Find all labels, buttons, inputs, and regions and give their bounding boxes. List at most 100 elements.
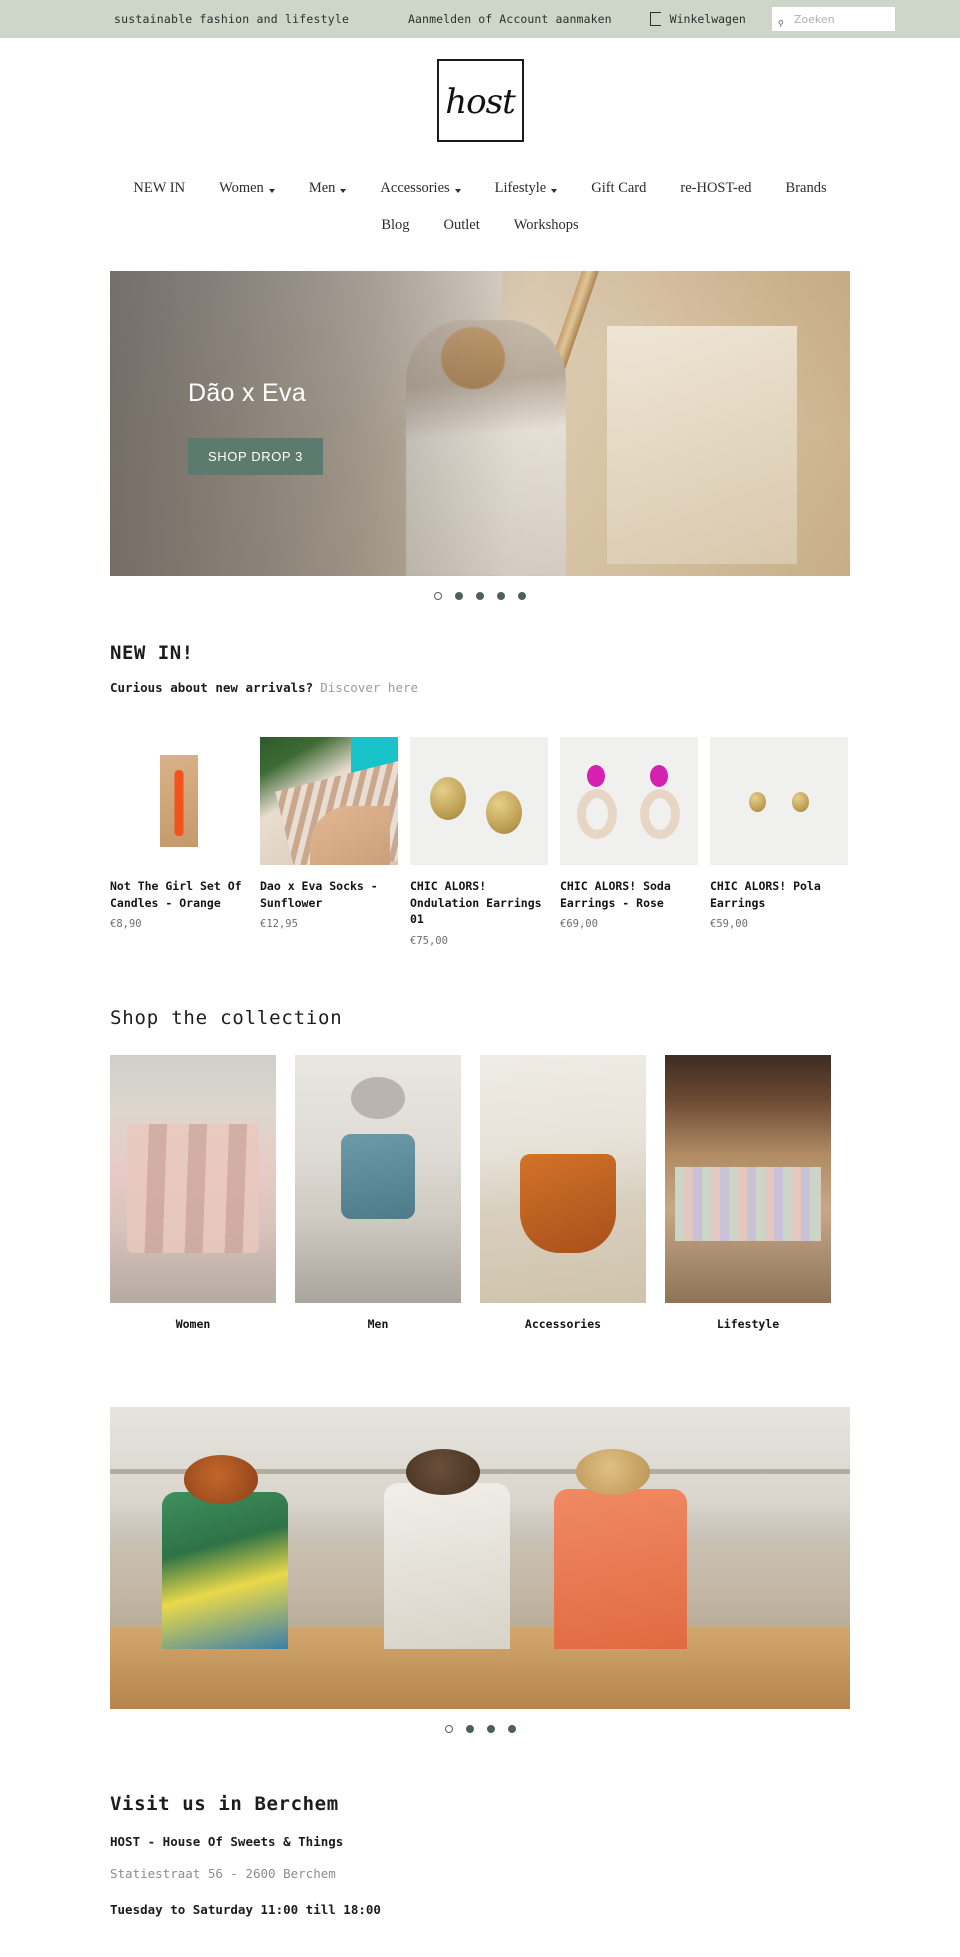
chevron-down-icon <box>268 188 275 193</box>
sign-in-link[interactable]: Aanmelden <box>408 12 471 26</box>
chevron-down-icon <box>551 188 558 193</box>
search-icon: ⚲ <box>777 19 784 28</box>
collection-image-men <box>295 1055 461 1304</box>
secondary-slider[interactable] <box>110 1407 850 1710</box>
product-title[interactable]: CHIC ALORS! Soda Earrings - Rose <box>560 878 698 911</box>
secondary-slider-dot-4[interactable] <box>507 1725 516 1734</box>
person-center-detail <box>383 1482 510 1649</box>
nav-item-outlet[interactable]: Outlet <box>427 212 497 239</box>
shop-collection-section: Shop the collection Women Men Accessorie… <box>110 1007 850 1331</box>
secondary-slider-dot-2[interactable] <box>465 1725 474 1734</box>
slider-dot-5[interactable] <box>518 592 526 600</box>
collection-image-accessories <box>480 1055 646 1304</box>
collection-card-lifestyle[interactable]: Lifestyle <box>665 1055 831 1331</box>
hero-slider-dots[interactable] <box>110 592 850 600</box>
product-title[interactable]: CHIC ALORS! Ondulation Earrings 01 <box>410 878 548 928</box>
nav-item-new-in[interactable]: NEW IN <box>116 175 202 202</box>
logo-wordmark: host <box>445 82 515 123</box>
collection-heading: Shop the collection <box>110 1007 343 1030</box>
product-grid: Not The Girl Set Of Candles - Orange €8,… <box>110 737 850 947</box>
socks-photo-art <box>260 737 398 865</box>
collection-label: Lifestyle <box>716 1317 780 1332</box>
nav-item-brands[interactable]: Brands <box>769 175 844 202</box>
main-navigation: NEW IN Women Men Accessories Lifestyle G… <box>0 170 960 244</box>
product-image[interactable] <box>260 737 398 865</box>
slider-dot-1[interactable] <box>434 592 442 600</box>
cart-link[interactable]: Winkelwagen <box>649 12 746 26</box>
product-image[interactable] <box>560 737 698 865</box>
nav-label: Lifestyle <box>494 180 547 196</box>
nav-label: Outlet <box>443 217 480 233</box>
create-account-link[interactable]: Account aanmaken <box>499 12 611 26</box>
nav-item-blog[interactable]: Blog <box>364 212 426 239</box>
nav-label: Women <box>219 180 264 196</box>
product-title[interactable]: CHIC ALORS! Pola Earrings <box>710 878 848 911</box>
slider-dot-3[interactable] <box>476 592 484 600</box>
person-left-detail <box>161 1491 288 1649</box>
product-price: €75,00 <box>410 935 448 948</box>
nav-item-gift-card[interactable]: Gift Card <box>574 175 663 202</box>
nav-label: Blog <box>381 217 410 233</box>
search-box[interactable]: ⚲ <box>771 7 895 31</box>
collection-image-lifestyle <box>665 1055 831 1304</box>
nav-item-lifestyle[interactable]: Lifestyle <box>478 175 575 202</box>
collection-image-women <box>110 1055 276 1304</box>
product-price: €59,00 <box>710 918 748 931</box>
product-title[interactable]: Dao x Eva Socks - Sunflower <box>260 878 398 911</box>
product-price: €69,00 <box>560 918 598 931</box>
product-image[interactable] <box>710 737 848 865</box>
nav-item-women[interactable]: Women <box>202 175 292 202</box>
collection-label: Accessories <box>524 1317 602 1332</box>
product-card[interactable]: CHIC ALORS! Pola Earrings €59,00 <box>710 737 848 947</box>
resin-hoop-art <box>577 789 617 839</box>
product-image[interactable] <box>110 737 248 865</box>
new-in-section: NEW IN! Curious about new arrivals? Disco… <box>110 642 850 947</box>
product-card[interactable]: CHIC ALORS! Soda Earrings - Rose €69,00 <box>560 737 698 947</box>
collection-grid: Women Men Accessories Lifestyle <box>110 1055 850 1331</box>
site-header: host <box>0 38 960 146</box>
slider-dot-2[interactable] <box>455 592 463 600</box>
nav-item-workshops[interactable]: Workshops <box>497 212 596 239</box>
new-in-heading: NEW IN! <box>110 642 194 664</box>
shop-drop-button[interactable]: SHOP DROP 3 <box>188 438 323 475</box>
nav-item-men[interactable]: Men <box>292 175 364 202</box>
nav-label: Workshops <box>513 217 579 233</box>
logo-link[interactable]: host <box>436 59 524 142</box>
secondary-slider-dots[interactable] <box>110 1725 850 1734</box>
new-in-subtitle: Curious about new arrivals? Discover here <box>110 680 850 695</box>
resin-hoop-art <box>640 789 680 839</box>
collection-card-women[interactable]: Women <box>110 1055 276 1331</box>
product-card[interactable]: CHIC ALORS! Ondulation Earrings 01 €75,0… <box>410 737 548 947</box>
gold-earring-art <box>430 777 466 820</box>
store-hours: Tuesday to Saturday 11:00 till 18:00 <box>110 1902 381 1918</box>
secondary-slider-dot-1[interactable] <box>444 1725 453 1734</box>
product-title[interactable]: Not The Girl Set Of Candles - Orange <box>110 878 248 911</box>
pink-stud-art <box>587 765 605 787</box>
nav-item-re-hosted[interactable]: re-HOST-ed <box>663 175 768 202</box>
secondary-slider-dot-3[interactable] <box>486 1725 495 1734</box>
hero-content: Dão x Eva SHOP DROP 3 <box>188 379 323 475</box>
tagline: sustainable fashion and lifestyle <box>114 12 350 26</box>
collection-card-men[interactable]: Men <box>295 1055 461 1331</box>
visit-heading: Visit us in Berchem <box>110 1793 339 1816</box>
product-card[interactable]: Dao x Eva Socks - Sunflower €12,95 <box>260 737 398 947</box>
utility-bar-right: Aanmelden of Account aanmaken Winkelwage… <box>408 7 960 31</box>
chevron-down-icon <box>340 188 347 193</box>
slider-dot-4[interactable] <box>497 592 505 600</box>
gold-stud-art <box>749 792 766 812</box>
search-input[interactable] <box>771 7 895 31</box>
collection-card-accessories[interactable]: Accessories <box>480 1055 646 1331</box>
product-card[interactable]: Not The Girl Set Of Candles - Orange €8,… <box>110 737 248 947</box>
hero-slider[interactable]: Dão x Eva SHOP DROP 3 <box>110 271 850 576</box>
product-image[interactable] <box>410 737 548 865</box>
store-address: Statiestraat 56 - 2600 Berchem <box>110 1866 336 1882</box>
shopping-bag-icon <box>649 12 661 26</box>
person-center-head-detail <box>406 1449 480 1495</box>
person-left-head-detail <box>184 1455 258 1504</box>
nav-label: re-HOST-ed <box>680 180 752 196</box>
nav-row-primary: NEW IN Women Men Accessories Lifestyle G… <box>0 170 960 207</box>
product-price: €12,95 <box>260 918 298 931</box>
discover-here-link[interactable]: Discover here <box>320 680 418 695</box>
nav-item-accessories[interactable]: Accessories <box>363 175 477 202</box>
nav-row-secondary: Blog Outlet Workshops <box>0 207 960 244</box>
